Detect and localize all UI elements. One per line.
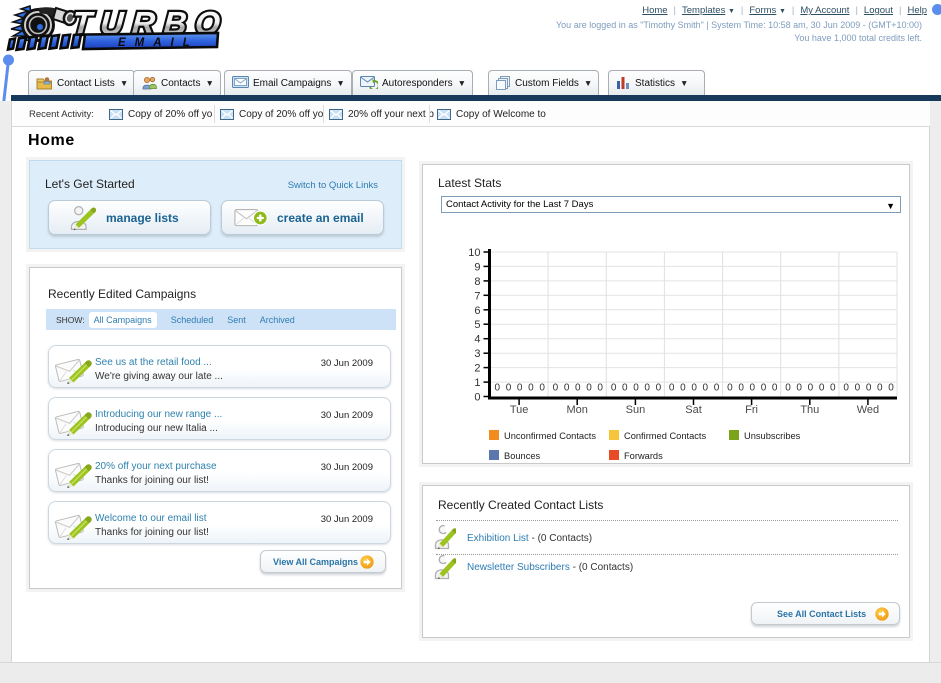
- svg-text:EMAIL: EMAIL: [118, 37, 199, 49]
- svg-text:0: 0: [517, 383, 523, 394]
- svg-text:0: 0: [761, 383, 767, 394]
- svg-text:0: 0: [772, 383, 778, 394]
- svg-text:0: 0: [575, 383, 581, 394]
- svg-text:0: 0: [691, 383, 697, 394]
- svg-text:0: 0: [474, 392, 480, 404]
- svg-text:0: 0: [703, 383, 709, 394]
- svg-text:0: 0: [855, 383, 861, 394]
- svg-text:0: 0: [796, 383, 802, 394]
- svg-text:0: 0: [750, 383, 756, 394]
- svg-text:5: 5: [474, 319, 480, 331]
- svg-text:Sat: Sat: [685, 404, 702, 416]
- svg-text:9: 9: [474, 261, 480, 273]
- svg-text:0: 0: [714, 383, 720, 394]
- svg-text:10: 10: [468, 247, 480, 259]
- svg-text:0: 0: [622, 383, 628, 394]
- svg-text:Unconfirmed Contacts: Unconfirmed Contacts: [504, 431, 596, 441]
- svg-text:0: 0: [669, 383, 675, 394]
- svg-text:7: 7: [474, 290, 480, 302]
- svg-text:0: 0: [656, 383, 662, 394]
- svg-text:Bounces: Bounces: [504, 451, 541, 461]
- svg-text:0: 0: [553, 383, 559, 394]
- svg-text:0: 0: [633, 383, 639, 394]
- svg-text:8: 8: [474, 276, 480, 288]
- svg-text:1: 1: [474, 377, 480, 389]
- svg-text:0: 0: [495, 383, 501, 394]
- svg-text:0: 0: [597, 383, 603, 394]
- svg-text:Forwards: Forwards: [624, 451, 663, 461]
- svg-text:6: 6: [474, 305, 480, 317]
- svg-text:3: 3: [474, 348, 480, 360]
- svg-text:0: 0: [888, 383, 894, 394]
- svg-text:0: 0: [808, 383, 814, 394]
- svg-text:0: 0: [866, 383, 872, 394]
- svg-text:Confirmed Contacts: Confirmed Contacts: [624, 431, 707, 441]
- svg-text:0: 0: [877, 383, 883, 394]
- svg-text:Tue: Tue: [510, 404, 529, 416]
- svg-text:Mon: Mon: [566, 404, 587, 416]
- svg-text:0: 0: [785, 383, 791, 394]
- svg-text:0: 0: [611, 383, 617, 394]
- svg-text:0: 0: [843, 383, 849, 394]
- svg-text:0: 0: [528, 383, 534, 394]
- svg-text:0: 0: [506, 383, 512, 394]
- svg-text:0: 0: [680, 383, 686, 394]
- svg-text:0: 0: [586, 383, 592, 394]
- svg-text:Fri: Fri: [745, 404, 758, 416]
- svg-text:Wed: Wed: [857, 404, 879, 416]
- svg-text:0: 0: [738, 383, 744, 394]
- svg-text:0: 0: [564, 383, 570, 394]
- svg-text:Thu: Thu: [800, 404, 819, 416]
- svg-text:Sun: Sun: [626, 404, 646, 416]
- svg-text:0: 0: [830, 383, 836, 394]
- svg-text:4: 4: [474, 334, 480, 346]
- svg-text:0: 0: [819, 383, 825, 394]
- svg-text:0: 0: [644, 383, 650, 394]
- svg-text:0: 0: [727, 383, 733, 394]
- svg-text:0: 0: [539, 383, 545, 394]
- svg-text:Unsubscribes: Unsubscribes: [744, 431, 801, 441]
- svg-text:2: 2: [474, 363, 480, 375]
